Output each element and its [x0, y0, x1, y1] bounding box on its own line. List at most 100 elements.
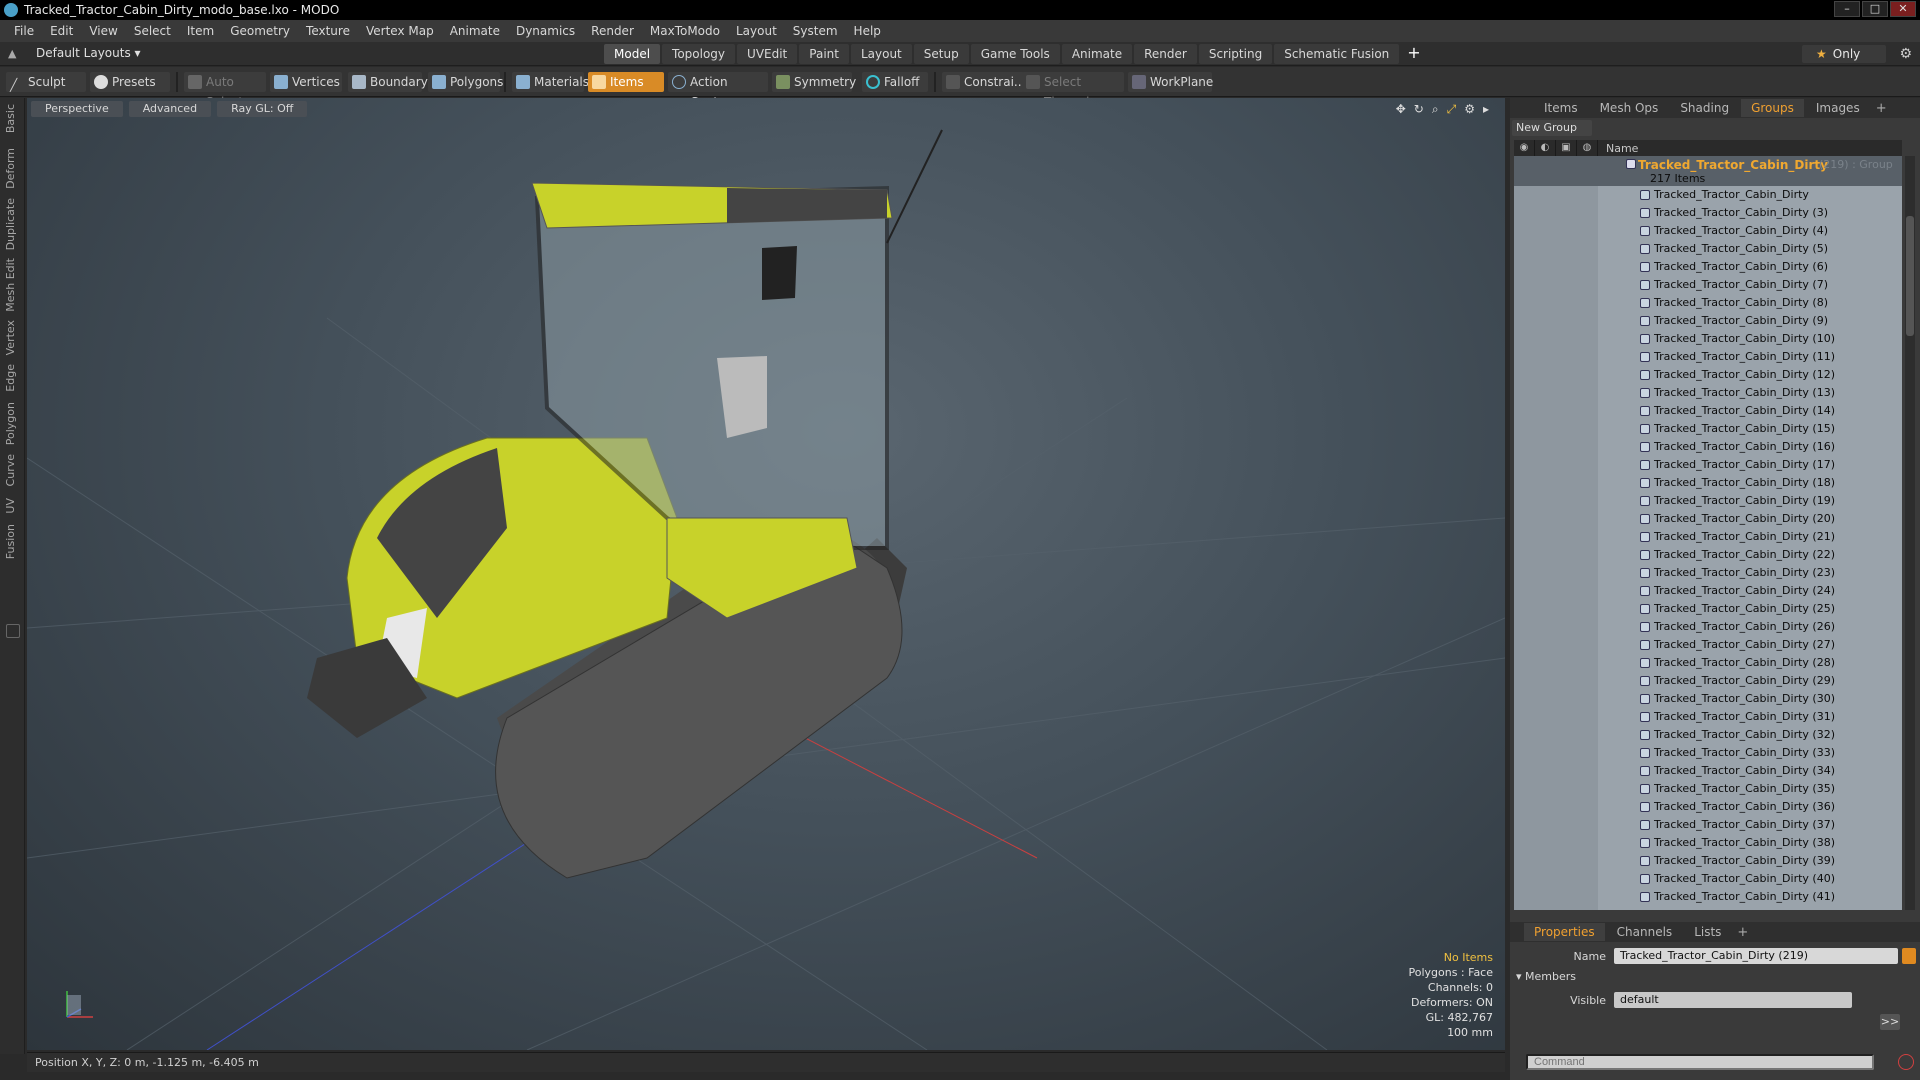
tab-channels[interactable]: Channels	[1607, 923, 1683, 941]
menu-help[interactable]: Help	[846, 24, 889, 38]
minimize-button[interactable]: –	[1834, 1, 1860, 17]
select-through-button[interactable]: Select Through	[1022, 72, 1124, 109]
rotate-icon[interactable]: ↻	[1414, 102, 1424, 117]
list-item[interactable]: Tracked_Tractor_Cabin_Dirty (38)	[1514, 834, 1902, 852]
zoom-icon[interactable]: ⌕	[1432, 102, 1439, 117]
list-item[interactable]: Tracked_Tractor_Cabin_Dirty (10)	[1514, 330, 1902, 348]
tab-game-tools[interactable]: Game Tools	[970, 44, 1060, 64]
list-item[interactable]: Tracked_Tractor_Cabin_Dirty (33)	[1514, 744, 1902, 762]
visibility-column-icon[interactable]: ◉	[1514, 140, 1535, 156]
tab-model[interactable]: Model	[604, 44, 661, 64]
workplane-button[interactable]: WorkPlane	[1128, 72, 1213, 92]
command-input[interactable]	[1526, 1054, 1874, 1070]
list-item[interactable]: Tracked_Tractor_Cabin_Dirty (36)	[1514, 798, 1902, 816]
menu-maxtomodo[interactable]: MaxToModo	[642, 24, 728, 38]
tab-edge[interactable]: Edge	[4, 364, 20, 392]
list-item[interactable]: Tracked_Tractor_Cabin_Dirty (16)	[1514, 438, 1902, 456]
tab-animate[interactable]: Animate	[1061, 44, 1133, 64]
menu-geometry[interactable]: Geometry	[222, 24, 298, 38]
close-button[interactable]: ✕	[1890, 1, 1916, 17]
list-item[interactable]: Tracked_Tractor_Cabin_Dirty (21)	[1514, 528, 1902, 546]
name-column-header[interactable]: Name	[1598, 142, 1638, 155]
raygl-toggle[interactable]: Ray GL: Off	[217, 101, 308, 117]
tab-paint[interactable]: Paint	[799, 44, 849, 64]
tab-curve[interactable]: Curve	[4, 454, 20, 486]
layout-toggle-icon[interactable]: ▲	[8, 47, 22, 61]
list-item[interactable]: Tracked_Tractor_Cabin_Dirty (14)	[1514, 402, 1902, 420]
list-item[interactable]: Tracked_Tractor_Cabin_Dirty (40)	[1514, 870, 1902, 888]
tab-uvedit[interactable]: UVEdit	[737, 44, 798, 64]
menu-render[interactable]: Render	[583, 24, 642, 38]
command-history-icon[interactable]	[1898, 1054, 1914, 1070]
list-item[interactable]: Tracked_Tractor_Cabin_Dirty (19)	[1514, 492, 1902, 510]
menu-edit[interactable]: Edit	[42, 24, 81, 38]
tab-properties[interactable]: Properties	[1524, 923, 1605, 941]
list-item[interactable]: Tracked_Tractor_Cabin_Dirty (35)	[1514, 780, 1902, 798]
list-item[interactable]: Tracked_Tractor_Cabin_Dirty (39)	[1514, 852, 1902, 870]
tab-uv[interactable]: UV	[4, 498, 20, 514]
list-item[interactable]: Tracked_Tractor_Cabin_Dirty (26)	[1514, 618, 1902, 636]
3d-viewport[interactable]: Perspective Advanced Ray GL: Off ✥ ↻ ⌕ ⤢…	[27, 98, 1505, 1050]
vertices-button[interactable]: Vertices	[270, 72, 342, 92]
list-item[interactable]: Tracked_Tractor_Cabin_Dirty (22)	[1514, 546, 1902, 564]
groups-scrollbar[interactable]	[1905, 156, 1915, 910]
items-button[interactable]: Items	[588, 72, 664, 92]
list-item[interactable]: Tracked_Tractor_Cabin_Dirty (32)	[1514, 726, 1902, 744]
menu-select[interactable]: Select	[126, 24, 179, 38]
tab-duplicate[interactable]: Duplicate	[4, 198, 20, 250]
add-tab-button[interactable]: +	[1401, 44, 1426, 64]
group-row[interactable]: Tracked_Tractor_Cabin_Dirty (219) : Grou…	[1514, 156, 1902, 186]
add-panel-tab-button[interactable]: +	[1872, 101, 1891, 116]
list-item[interactable]: Tracked_Tractor_Cabin_Dirty (30)	[1514, 690, 1902, 708]
list-item[interactable]: Tracked_Tractor_Cabin_Dirty (18)	[1514, 474, 1902, 492]
list-item[interactable]: Tracked_Tractor_Cabin_Dirty (8)	[1514, 294, 1902, 312]
layout-selector[interactable]: Default Layouts ▾	[36, 46, 141, 60]
new-group-button[interactable]: New Group	[1512, 120, 1592, 136]
symmetry-button[interactable]: Symmetry	[772, 72, 856, 92]
menu-file[interactable]: File	[6, 24, 42, 38]
fit-icon[interactable]: ⤢	[1447, 102, 1457, 117]
scrollbar-thumb[interactable]	[1906, 216, 1914, 336]
menu-texture[interactable]: Texture	[298, 24, 358, 38]
tab-topology[interactable]: Topology	[662, 44, 736, 64]
lock-column-icon[interactable]: ▣	[1556, 140, 1577, 156]
list-item[interactable]: Tracked_Tractor_Cabin_Dirty	[1514, 186, 1902, 204]
visible-dropdown[interactable]: default	[1614, 992, 1852, 1008]
tab-groups[interactable]: Groups	[1741, 99, 1804, 117]
list-item[interactable]: Tracked_Tractor_Cabin_Dirty (34)	[1514, 762, 1902, 780]
tab-mesh-edit[interactable]: Mesh Edit	[4, 258, 20, 312]
tab-items[interactable]: Items	[1534, 99, 1588, 117]
tab-polygon[interactable]: Polygon	[4, 402, 20, 445]
groups-list[interactable]: Tracked_Tractor_Cabin_Dirty (219) : Grou…	[1514, 156, 1902, 910]
tab-layout[interactable]: Layout	[850, 44, 912, 64]
menu-animate[interactable]: Animate	[442, 24, 508, 38]
list-item[interactable]: Tracked_Tractor_Cabin_Dirty (25)	[1514, 600, 1902, 618]
add-properties-tab-button[interactable]: +	[1733, 925, 1752, 940]
tab-deform[interactable]: Deform	[4, 148, 20, 189]
tab-scripting[interactable]: Scripting	[1198, 44, 1273, 64]
list-item[interactable]: Tracked_Tractor_Cabin_Dirty (11)	[1514, 348, 1902, 366]
viewport-settings-icon[interactable]: ⚙	[1464, 102, 1475, 117]
menu-dynamics[interactable]: Dynamics	[508, 24, 583, 38]
list-item[interactable]: Tracked_Tractor_Cabin_Dirty (37)	[1514, 816, 1902, 834]
list-item[interactable]: Tracked_Tractor_Cabin_Dirty (29)	[1514, 672, 1902, 690]
constraints-button[interactable]: Constrai...	[942, 72, 1025, 92]
falloff-button[interactable]: Falloff	[862, 72, 928, 92]
pan-icon[interactable]: ✥	[1396, 102, 1406, 117]
menu-item[interactable]: Item	[179, 24, 222, 38]
list-item[interactable]: Tracked_Tractor_Cabin_Dirty (7)	[1514, 276, 1902, 294]
sculpt-button[interactable]: ╱ Sculpt	[6, 72, 86, 92]
tab-setup[interactable]: Setup	[913, 44, 969, 64]
boundary-button[interactable]: Boundary	[348, 72, 428, 92]
tab-render[interactable]: Render	[1134, 44, 1197, 64]
tab-shading[interactable]: Shading	[1670, 99, 1739, 117]
polygons-button[interactable]: Polygons	[428, 72, 503, 92]
perspective-dropdown[interactable]: Perspective	[31, 101, 123, 117]
list-item[interactable]: Tracked_Tractor_Cabin_Dirty (24)	[1514, 582, 1902, 600]
render-column-icon[interactable]: ◐	[1535, 140, 1556, 156]
tab-fusion[interactable]: Fusion	[4, 524, 20, 559]
more-button[interactable]: >>	[1880, 1014, 1900, 1030]
list-item[interactable]: Tracked_Tractor_Cabin_Dirty (31)	[1514, 708, 1902, 726]
list-item[interactable]: Tracked_Tractor_Cabin_Dirty (13)	[1514, 384, 1902, 402]
select-column-icon[interactable]: ◍	[1577, 140, 1598, 156]
